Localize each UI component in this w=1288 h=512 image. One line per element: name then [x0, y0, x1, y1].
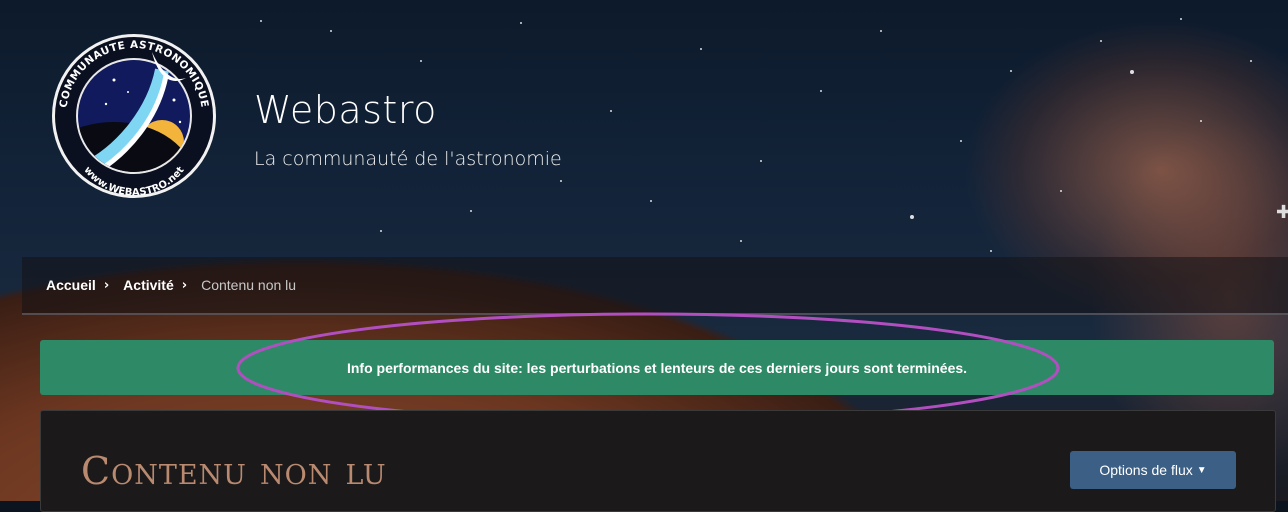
breadcrumb: Accueil › Activité › Contenu non lu: [22, 257, 1288, 315]
site-tagline: La communauté de l'astronomie: [254, 148, 562, 170]
caret-down-icon: ▼: [1196, 464, 1207, 476]
site-title[interactable]: Webastro: [254, 88, 437, 132]
main-content-panel: Contenu non lu Options de flux ▼: [40, 410, 1276, 512]
chevron-right-icon: ›: [181, 277, 188, 293]
page-title: Contenu non lu: [81, 449, 387, 493]
plus-icon: ✚: [1276, 202, 1288, 223]
breadcrumb-link-accueil[interactable]: Accueil: [46, 277, 96, 293]
feed-options-label: Options de flux: [1099, 462, 1193, 478]
highlight-ellipse: [236, 312, 1060, 424]
breadcrumb-current: Contenu non lu: [201, 277, 297, 293]
breadcrumb-link-activite[interactable]: Activité: [123, 277, 174, 293]
feed-options-button[interactable]: Options de flux ▼: [1070, 451, 1236, 489]
chevron-right-icon: ›: [103, 277, 110, 293]
webastro-logo[interactable]: COMMUNAUTE ASTRONOMIQUE www.WEBASTRO.net: [44, 30, 224, 200]
